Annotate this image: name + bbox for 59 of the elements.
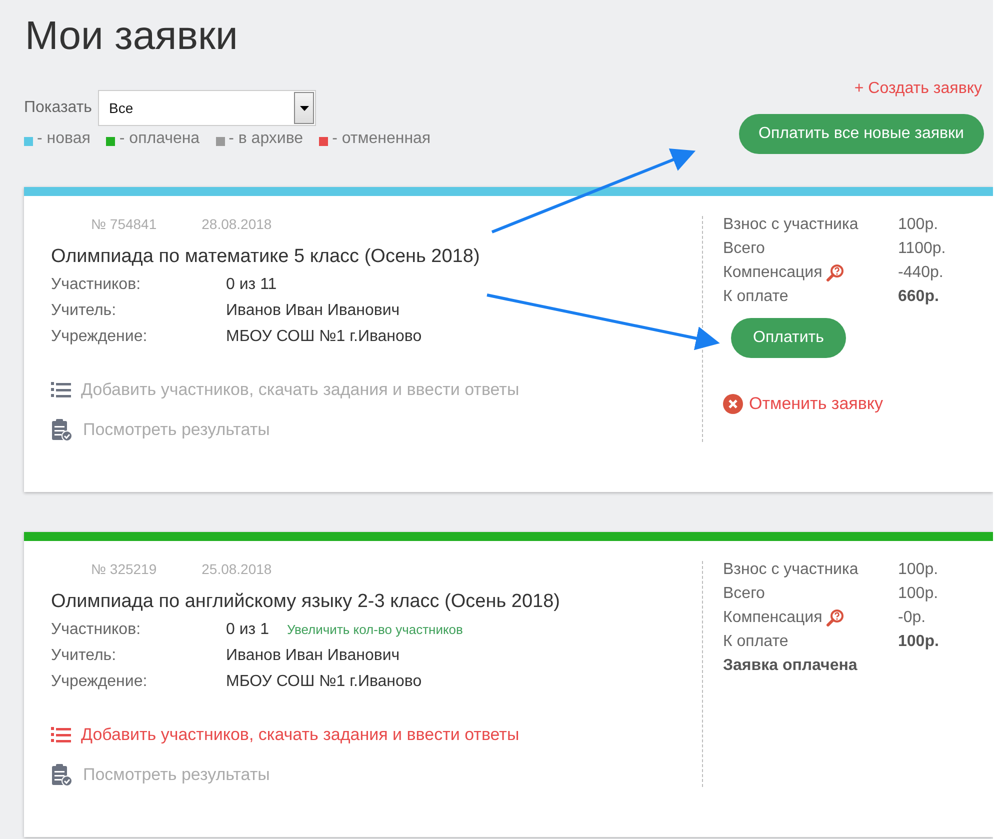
add-participants-link[interactable]: Добавить участников, скачать задания и ввести ответы — [81, 380, 520, 400]
pay-all-button[interactable]: Оплатить все новые заявки — [738, 114, 984, 154]
summary-label: Всего — [723, 585, 765, 603]
legend-label: - оплачена — [119, 130, 200, 148]
application-date: 28.08.2018 — [202, 216, 272, 232]
page-title: Мои заявки — [25, 13, 239, 60]
field-value: Иванов Иван Иванович — [226, 302, 400, 320]
summary-value: 100р. — [898, 561, 939, 579]
field-label: Учреждение: — [51, 328, 148, 346]
application-date: 25.08.2018 — [202, 561, 272, 577]
legend-label: - в архиве — [228, 130, 304, 148]
cancel-application-link[interactable]: Отменить заявку — [749, 394, 884, 414]
view-results-link[interactable]: Посмотреть результаты — [83, 420, 270, 440]
summary-label: Компенсация — [723, 609, 822, 627]
help-magnifier-icon[interactable] — [826, 264, 844, 282]
field-value: МБОУ СОШ №1 г.Иваново — [226, 328, 422, 346]
pay-button[interactable]: Оплатить — [731, 318, 846, 358]
summary-label: Компенсация — [723, 264, 822, 282]
field-label: Учитель: — [51, 302, 118, 320]
legend-label: - новая — [37, 130, 90, 148]
summary-value: 1100р. — [898, 240, 946, 258]
field-value: 0 из 1 — [226, 621, 269, 639]
help-magnifier-icon[interactable] — [826, 609, 844, 627]
field-value: МБОУ СОШ №1 г.Иваново — [226, 673, 422, 691]
application-number: № 754841 — [91, 216, 157, 232]
field-value: 0 из 11 — [226, 276, 277, 294]
increase-participants-link[interactable]: Увеличить кол-во участников — [286, 622, 463, 637]
filter-dropdown[interactable]: Все — [98, 90, 316, 126]
application-number: № 325219 — [91, 561, 157, 577]
summary-label: К оплате — [723, 288, 788, 306]
summary-label: Взнос с участника — [723, 216, 858, 234]
summary-value: 100р. — [898, 633, 939, 651]
summary-label: К оплате — [723, 633, 788, 651]
summary-value: -0р. — [898, 609, 927, 627]
field-label: Учреждение: — [51, 673, 148, 691]
filter-label: Показать — [24, 99, 92, 117]
legend-label: - отмененная — [332, 130, 431, 148]
field-value: Иванов Иван Иванович — [226, 647, 400, 665]
olympiad-title: Олимпиада по английскому языку 2-3 класс (Осень 2018) — [51, 591, 561, 613]
view-results-link[interactable]: Посмотреть результаты — [83, 765, 270, 785]
clipboard-check-icon — [51, 763, 73, 787]
field-label: Участников: — [51, 276, 142, 294]
numbered-list-icon — [51, 726, 71, 744]
clipboard-check-icon — [51, 418, 73, 442]
cancel-icon — [723, 394, 743, 414]
field-label: Участников: — [51, 621, 142, 639]
summary-value: 100р. — [898, 216, 940, 234]
summary-value: 100р. — [898, 585, 939, 603]
olympiad-title: Олимпиада по математике 5 класс (Осень 2018) — [51, 246, 481, 268]
field-label: Учитель: — [51, 647, 118, 665]
summary-value: 660р. — [898, 288, 940, 306]
paid-status: Заявка оплачена — [723, 657, 858, 675]
summary-label: Всего — [723, 240, 765, 258]
summary-value: -440р. — [898, 264, 944, 282]
create-application-link[interactable]: + Создать заявку — [854, 80, 982, 98]
summary-label: Взнос с участника — [723, 561, 858, 579]
caret-icon — [300, 106, 309, 110]
numbered-list-icon — [51, 381, 71, 399]
add-participants-link[interactable]: Добавить участников, скачать задания и ввести ответы — [81, 725, 520, 745]
